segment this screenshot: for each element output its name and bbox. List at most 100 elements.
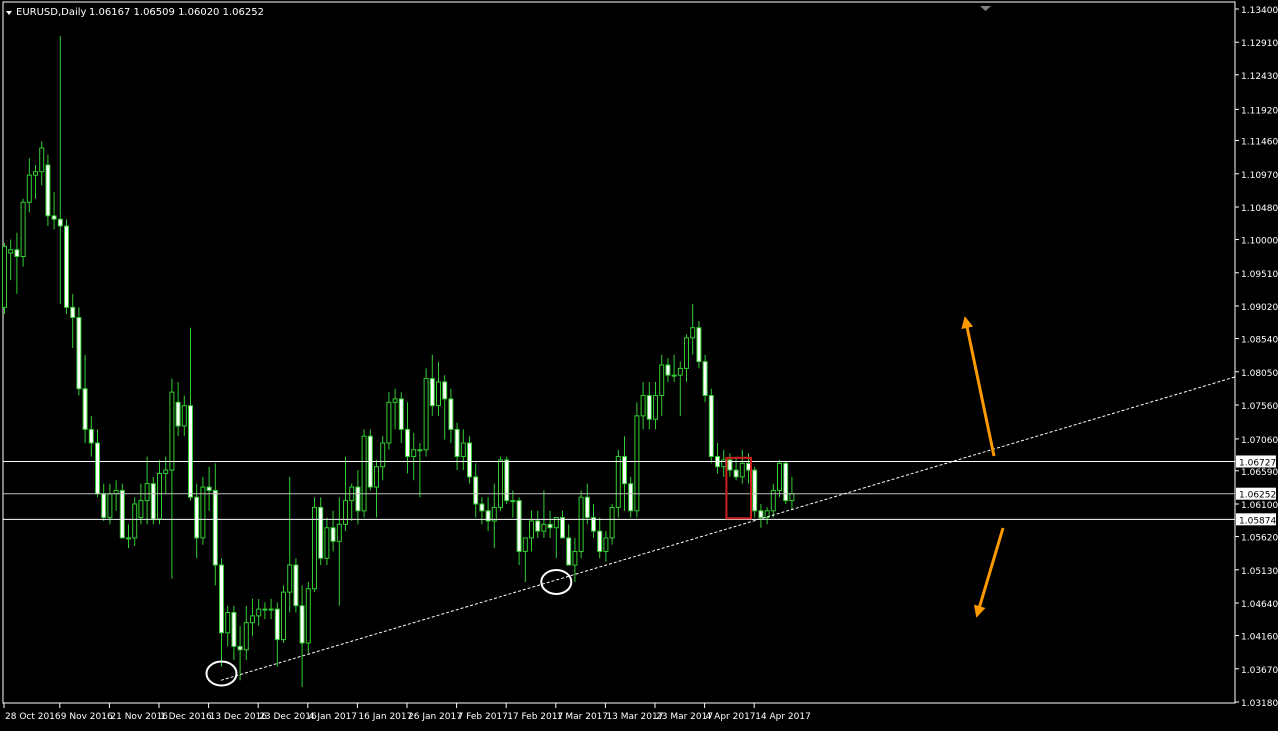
candle-body [609, 506, 615, 539]
candle-body [82, 388, 88, 430]
time-tick-label: 16 Jan 2017 [358, 712, 412, 722]
candle-body [343, 500, 348, 525]
candle-body [398, 398, 404, 430]
candle-body [119, 489, 125, 539]
current-price-label: 1.06252 [1239, 491, 1276, 501]
candle-body [541, 523, 547, 532]
time-tick-label: 28 Oct 2016 [5, 712, 61, 722]
candle-body [20, 201, 26, 257]
candle-body [287, 564, 293, 593]
candle-body [479, 503, 485, 512]
price-tick-label: 1.03670 [1241, 666, 1278, 676]
price-tick-label: 1.11460 [1241, 138, 1278, 148]
candle-body [274, 608, 280, 641]
time-tick-label: 26 Jan 2017 [408, 712, 462, 722]
candle-body [126, 537, 131, 540]
candle-body [702, 361, 708, 397]
candle-body [39, 147, 45, 173]
candle-body [256, 608, 262, 617]
candle-body [603, 537, 609, 552]
candle-body [95, 442, 100, 495]
time-tick-label: 13 Mar 2017 [606, 712, 663, 722]
candle-body [696, 327, 702, 363]
candle-body [752, 469, 758, 512]
candle-body [634, 415, 640, 512]
candle-body [355, 486, 361, 512]
candle-body [51, 215, 57, 220]
price-tick-label: 1.08540 [1241, 336, 1278, 346]
candle-body [299, 605, 305, 644]
candle-body [293, 564, 299, 607]
candle-body [138, 500, 144, 519]
candle-body [57, 218, 63, 227]
candle-body [14, 249, 20, 257]
chart-window[interactable]: 1.06727 1.05874 1.06252 1.13400 1.12910 1.124… [0, 0, 1278, 727]
price-tick-label: 1.04160 [1241, 633, 1278, 643]
candle-body [622, 456, 627, 485]
candle-body [200, 486, 206, 539]
time-tick-label: 9 Nov 2016 [61, 712, 113, 722]
candle-body [423, 378, 429, 451]
price-tick-label: 1.04640 [1241, 600, 1278, 610]
candle-body [572, 550, 578, 566]
candle-body [194, 496, 200, 539]
time-tick-label: 1 Dec 2016 [160, 712, 212, 722]
candle-body [547, 523, 553, 529]
time-tick-label: 17 Feb 2017 [507, 712, 563, 722]
candle-body [442, 381, 448, 400]
price-tick-label: 1.07060 [1241, 436, 1278, 446]
candle-body [783, 462, 789, 502]
candle-body [330, 527, 336, 542]
candle-body [163, 469, 169, 474]
candle-body [250, 615, 255, 624]
candle-body [231, 611, 237, 647]
candle-body [386, 401, 392, 444]
candle-body [175, 401, 181, 427]
candle-body [76, 317, 82, 390]
candle-body [436, 381, 441, 407]
candle-body [318, 506, 324, 559]
candle-body [8, 249, 14, 254]
candle-body [677, 367, 683, 376]
chart-background [0, 0, 1278, 727]
candle-body [584, 496, 590, 519]
candle-body [70, 306, 76, 319]
price-tick-label: 1.06590 [1241, 468, 1278, 478]
candle-body [665, 364, 671, 376]
candle-body [671, 374, 677, 377]
price-chart[interactable]: 1.067271.058741.062521.134001.129101.124… [0, 0, 1278, 727]
candle-body [101, 493, 107, 519]
candle-body [336, 523, 342, 542]
candle-body [597, 530, 603, 552]
candle-body [33, 171, 38, 176]
price-tick-label: 1.11920 [1241, 106, 1278, 116]
candle-body [188, 405, 193, 498]
candle-body [219, 564, 224, 634]
candle-body [578, 496, 584, 552]
candle-body [777, 462, 782, 491]
price-tick-label: 1.10970 [1241, 171, 1278, 181]
candle-body [374, 466, 379, 488]
candle-body [684, 337, 689, 369]
candle-body [646, 395, 652, 420]
candle-body [467, 442, 472, 478]
candle-body [305, 588, 311, 644]
candle-body [45, 164, 51, 217]
candle-body [212, 489, 218, 566]
candle-body [281, 591, 286, 641]
time-tick-label: 23 Mar 2017 [656, 712, 713, 722]
candle-body [405, 428, 410, 458]
candle-body [733, 469, 739, 478]
candle-body [659, 364, 665, 397]
time-tick-label: 7 Feb 2017 [458, 712, 508, 722]
candle-body [411, 449, 417, 458]
time-tick-label: 4 Apr 2017 [706, 712, 756, 722]
time-tick-label: 1 Mar 2017 [557, 712, 608, 722]
candle-body [454, 428, 460, 458]
candle-body [789, 493, 795, 502]
candle-body [26, 174, 32, 203]
candle-body [758, 510, 764, 519]
candle-body [473, 476, 479, 505]
candle-body [615, 456, 621, 508]
price-tick-label: 1.10000 [1241, 237, 1278, 247]
